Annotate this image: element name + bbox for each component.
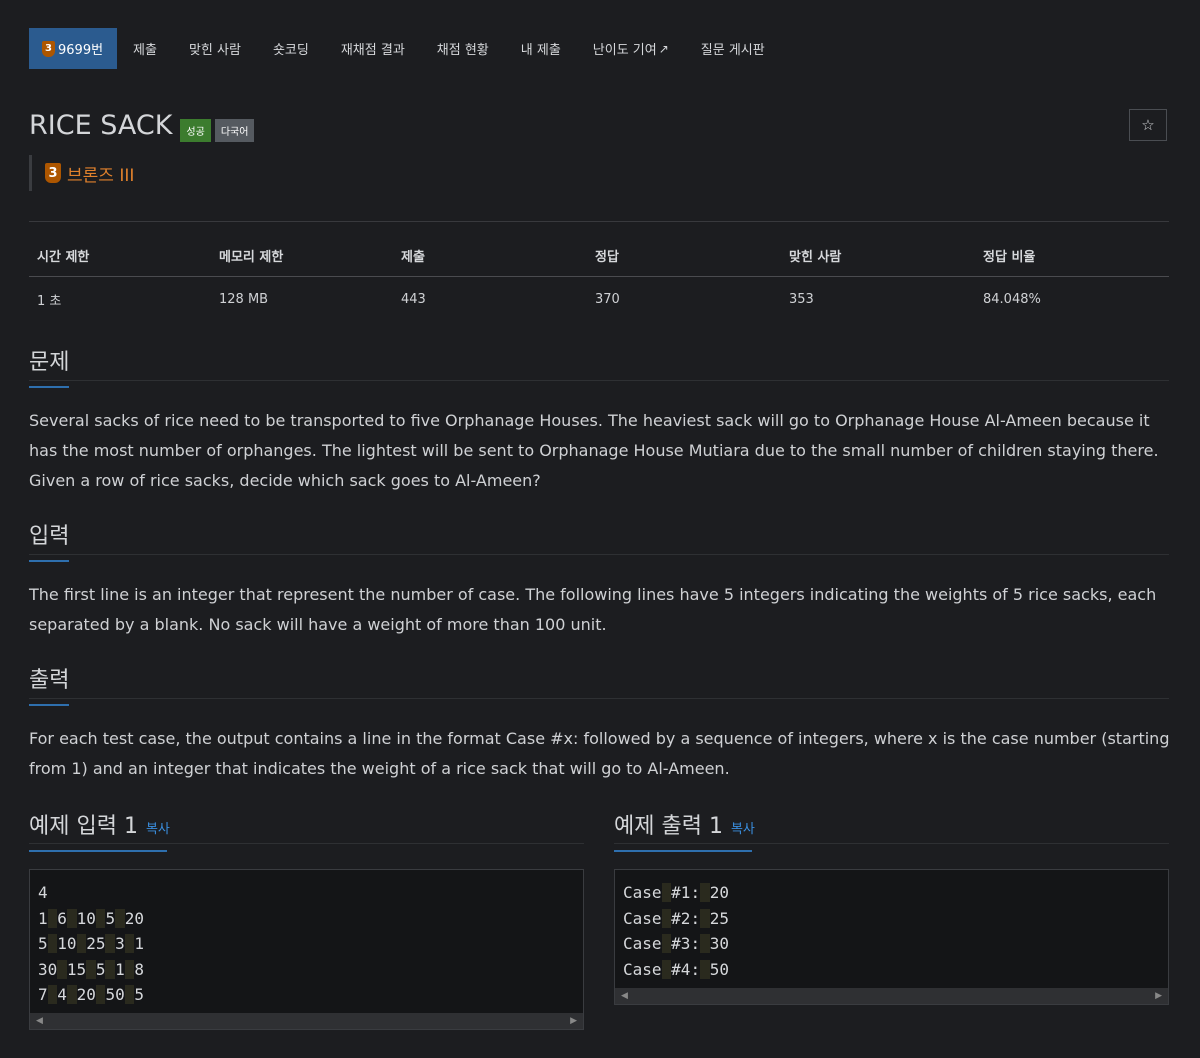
problem-output-description: For each test case, the output contains … — [29, 729, 1170, 778]
code-line: Case #4: 50 — [623, 959, 729, 979]
tab-board[interactable]: 질문 게시판 — [685, 28, 781, 69]
sample-output-box: Case #1: 20 Case #2: 25 Case #3: 30 Case #4… — [614, 869, 1169, 1005]
tab-submit[interactable]: 제출 — [117, 28, 173, 69]
copy-sample-input-button[interactable]: 복사 — [146, 822, 170, 837]
submissions-value: 443 — [401, 292, 426, 307]
heading-underline — [29, 850, 167, 852]
problem-menu-tabs: 3 9699번 제출 맞힌 사람 숏코딩 재채점 결과 채점 현황 내 제출 난… — [29, 28, 781, 69]
problem-tier: 3 브론즈 III — [29, 155, 134, 191]
problem-title: RICE SACK — [29, 110, 173, 141]
code-line: Case #1: 20 — [623, 883, 729, 902]
section-title: 문제 — [29, 350, 70, 375]
header-submissions: 제출 — [393, 244, 587, 277]
header-ratio: 정답 비율 — [975, 244, 1169, 277]
sample-output-heading: 예제 출력 1 복사 — [614, 808, 755, 852]
section-divider — [29, 698, 1169, 699]
tab-problem-label: 9699번 — [58, 43, 104, 58]
tab-my-submissions[interactable]: 내 제출 — [505, 28, 577, 69]
section-input-heading: 입력 — [29, 518, 70, 562]
sample-input-title: 예제 입력 1 — [29, 814, 138, 839]
section-divider — [29, 380, 1169, 381]
sample-input-box: 4 1 6 10 5 20 5 10 25 3 1 30 15 5 1 8 7 4 20… — [29, 869, 584, 1030]
external-link-icon: ↗ — [658, 41, 669, 56]
time-limit-value: 1 초 — [37, 294, 62, 309]
tier-name[interactable]: 브론즈 III — [67, 161, 134, 186]
sample-input-code: 4 1 6 10 5 20 5 10 25 3 1 30 15 5 1 8 7 4 20… — [30, 870, 583, 1018]
status-badge-success: 성공 — [180, 119, 211, 142]
heading-underline — [29, 704, 69, 706]
section-description-heading: 문제 — [29, 344, 70, 388]
tab-difficulty[interactable]: 난이도 기여 ↗ — [577, 28, 685, 69]
tab-difficulty-label: 난이도 기여 — [592, 43, 657, 58]
header-memory-limit: 메모리 제한 — [211, 244, 393, 277]
code-line: 5 10 25 3 1 — [38, 934, 145, 953]
header-time-limit: 시간 제한 — [29, 244, 211, 277]
code-line: Case #2: 25 — [623, 908, 729, 928]
horizontal-scrollbar[interactable]: ◀ ▶ — [615, 988, 1168, 1004]
sample-output-code: Case #1: 20 Case #2: 25 Case #3: 30 Case #4… — [615, 870, 1168, 992]
section-output-heading: 출력 — [29, 662, 70, 706]
tab-solvers[interactable]: 맞힌 사람 — [173, 28, 257, 69]
bronze-tier-icon: 3 — [42, 40, 55, 57]
tab-shortcoding[interactable]: 숏코딩 — [257, 28, 325, 69]
tab-rejudge[interactable]: 재채점 결과 — [325, 28, 421, 69]
solvers-value: 353 — [789, 292, 814, 307]
code-line: 30 15 5 1 8 — [38, 959, 145, 979]
problem-title-row: RICE SACK 성공 다국어 — [29, 110, 255, 142]
header-accepted: 정답 — [587, 244, 781, 277]
sample-input-heading: 예제 입력 1 복사 — [29, 808, 170, 852]
section-divider — [29, 843, 584, 844]
divider — [29, 221, 1169, 222]
sample-output-title: 예제 출력 1 — [614, 814, 723, 839]
tab-status[interactable]: 채점 현황 — [421, 28, 505, 69]
header-solvers: 맞힌 사람 — [781, 244, 975, 277]
scroll-left-icon[interactable]: ◀ — [621, 991, 628, 1001]
scroll-right-icon[interactable]: ▶ — [1155, 991, 1162, 1001]
star-icon: ☆ — [1141, 116, 1155, 134]
section-title: 출력 — [29, 668, 70, 693]
scroll-right-icon[interactable]: ▶ — [570, 1016, 577, 1026]
tab-problem[interactable]: 3 9699번 — [29, 28, 118, 69]
code-line: 7 4 20 50 5 — [38, 985, 145, 1004]
table-header-row: 시간 제한 메모리 제한 제출 정답 맞힌 사람 정답 비율 — [29, 244, 1169, 277]
problem-info-table: 시간 제한 메모리 제한 제출 정답 맞힌 사람 정답 비율 1 초 128 M… — [29, 244, 1169, 312]
section-title: 입력 — [29, 524, 70, 549]
memory-limit-value: 128 MB — [219, 292, 269, 307]
ratio-value: 84.048% — [983, 292, 1041, 307]
bronze-tier-icon: 3 — [45, 163, 61, 183]
heading-underline — [29, 560, 69, 562]
accepted-value: 370 — [595, 292, 620, 307]
section-divider — [614, 843, 1169, 844]
code-line: 4 — [38, 883, 48, 902]
section-divider — [29, 554, 1169, 555]
heading-underline — [614, 850, 752, 852]
problem-input-description: The first line is an integer that repres… — [29, 585, 1157, 634]
copy-sample-output-button[interactable]: 복사 — [731, 822, 755, 837]
code-line: Case #3: 30 — [623, 934, 729, 953]
problem-description: Several sacks of rice need to be transpo… — [29, 411, 1159, 490]
scroll-left-icon[interactable]: ◀ — [36, 1016, 43, 1026]
code-line: 1 6 10 5 20 — [38, 908, 145, 928]
heading-underline — [29, 386, 69, 388]
horizontal-scrollbar[interactable]: ◀ ▶ — [30, 1013, 583, 1029]
multilang-badge[interactable]: 다국어 — [214, 119, 255, 142]
favorite-button[interactable]: ☆ — [1129, 109, 1167, 141]
table-row: 1 초 128 MB 443 370 353 84.048% — [29, 277, 1169, 313]
